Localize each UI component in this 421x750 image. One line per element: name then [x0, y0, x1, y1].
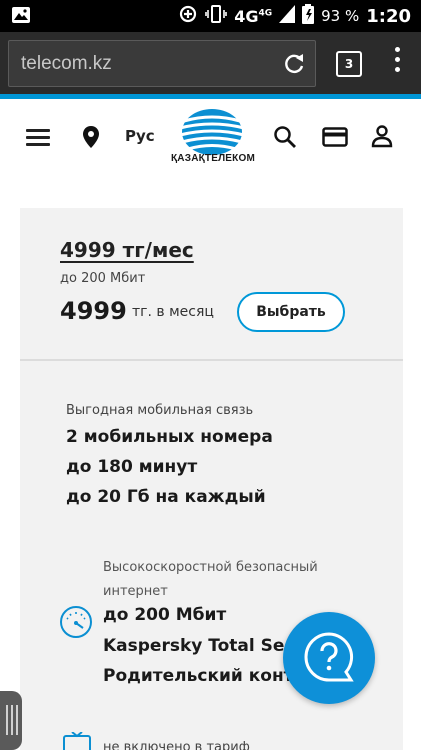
page: 4G4G 93 % 1:20 telecom.kz 3 Рус ҚАЗАҚТЕЛ…: [0, 0, 421, 750]
mobile-section-title: Выгодная мобильная связь: [66, 403, 254, 418]
side-drawer-handle[interactable]: [0, 691, 22, 750]
mobile-feature: 2 мобильных номера: [66, 427, 273, 447]
tariff-speed: до 200 Мбит: [60, 271, 146, 286]
tariff-name[interactable]: 4999 тг/мес: [60, 238, 194, 262]
reload-icon[interactable]: [281, 51, 307, 77]
user-icon[interactable]: [370, 124, 394, 152]
battery-percent: 93 %: [321, 7, 360, 25]
battery-icon: [302, 3, 315, 29]
browser-toolbar: telecom.kz 3: [0, 32, 421, 94]
mobile-feature: до 20 Гб на каждый: [66, 487, 266, 507]
internet-feature: до 200 Мбит: [103, 605, 227, 625]
mobile-feature: до 180 минут: [66, 457, 198, 477]
hamburger-icon[interactable]: [26, 129, 50, 147]
choose-button[interactable]: Выбрать: [237, 292, 345, 332]
logo-wordmark: ҚАЗАҚТЕЛЕКОМ: [171, 153, 255, 164]
vibrate-icon: [205, 4, 227, 29]
clock: 1:20: [366, 5, 411, 27]
data-saver-icon: [178, 4, 198, 29]
help-question-icon: [303, 631, 355, 689]
location-pin-icon[interactable]: [81, 125, 101, 153]
payment-card-icon[interactable]: [322, 127, 348, 151]
tv-icon: [58, 731, 94, 750]
tariff-price-unit: тг. в месяц: [132, 304, 214, 320]
url-text[interactable]: telecom.kz: [21, 53, 112, 75]
site-header: Рус ҚАЗАҚТЕЛЕКОМ: [0, 99, 421, 189]
tariff-price: 4999: [60, 297, 127, 325]
search-icon[interactable]: [273, 125, 297, 153]
internet-section-title: Высокоскоростной безопасный интернет: [103, 560, 318, 599]
status-bar: 4G4G 93 % 1:20: [0, 0, 421, 32]
help-button[interactable]: [283, 612, 375, 704]
speedometer-icon: [58, 604, 94, 644]
divider: [20, 359, 403, 361]
network-type: 4G4G: [234, 6, 273, 26]
overflow-menu-icon[interactable]: [390, 47, 404, 79]
not-included-note: не включено в тариф: [103, 740, 250, 750]
language-switch[interactable]: Рус: [125, 127, 155, 145]
tabs-button[interactable]: 3: [336, 51, 362, 77]
address-bar[interactable]: telecom.kz: [8, 40, 316, 87]
gallery-icon: [12, 7, 30, 23]
signal-icon: [279, 4, 296, 28]
